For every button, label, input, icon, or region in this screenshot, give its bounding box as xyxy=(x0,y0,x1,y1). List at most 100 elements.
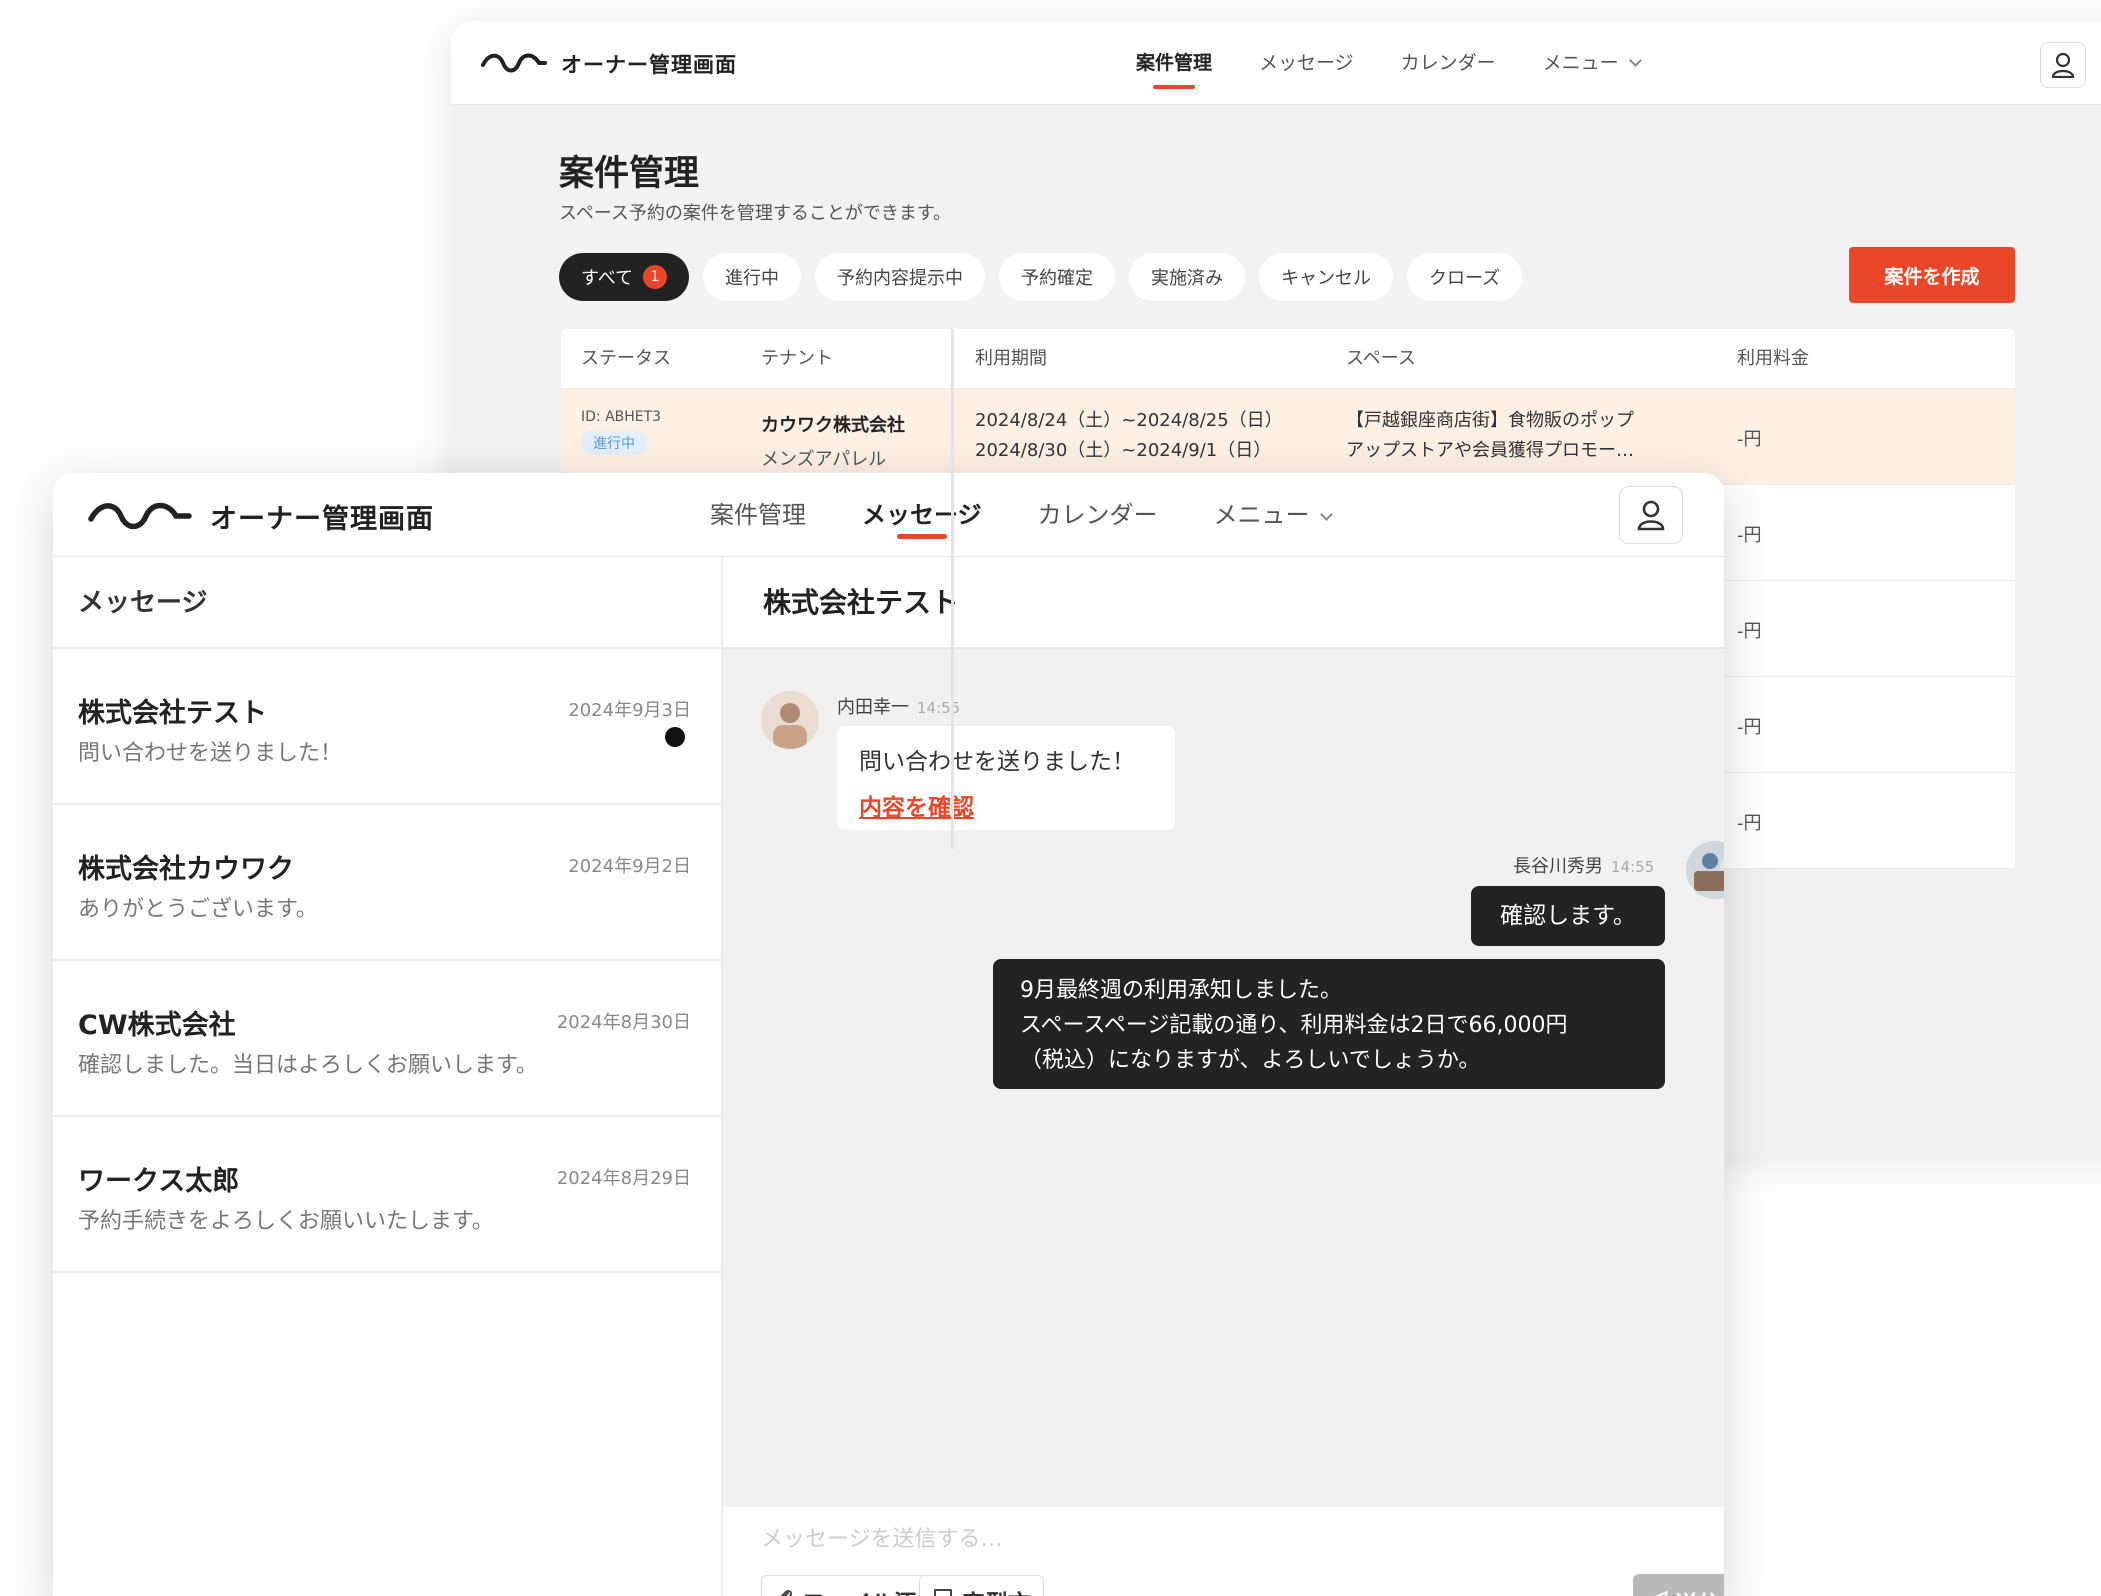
create-case-button[interactable]: 案件を作成 xyxy=(1849,247,2015,303)
status-badge: 進行中 xyxy=(581,431,647,455)
wave-logo-icon xyxy=(88,502,192,529)
template-button[interactable]: 定型文 xyxy=(919,1575,1044,1596)
period-line: 2024/8/30（土）~2024/9/1（日） xyxy=(975,440,1272,461)
back-nav-menu[interactable]: メニュー xyxy=(1542,21,1642,105)
col-period: 利用期間 xyxy=(975,348,1047,369)
message-composer: メッセージを送信する… ファイル添付 定型文 xyxy=(723,1507,1724,1596)
avatar-photo xyxy=(761,691,819,749)
chevron-down-icon xyxy=(1319,508,1333,521)
filter-chip-label: すべて xyxy=(581,268,634,289)
incoming-message-bubble: 問い合わせを送りました！ 内容を確認 xyxy=(837,726,1175,830)
user-icon xyxy=(2051,52,2075,78)
col-status: ステータス xyxy=(581,348,671,369)
message-line: 9月最終週の利用承知しました。 xyxy=(1020,978,1342,1003)
filter-chip-confirmed[interactable]: 予約確定 xyxy=(999,253,1116,301)
outgoing-message-bubble: 確認します。 xyxy=(1471,886,1665,946)
message-line: スペースページ記載の通り、利用料金は2日で66,000円 xyxy=(1020,1013,1568,1038)
col-fee: 利用料金 xyxy=(1737,348,1809,369)
conversation-date: 2024年9月2日 xyxy=(568,856,691,877)
message-time: 14:55 xyxy=(1611,858,1655,876)
filter-chip-closed[interactable]: クローズ xyxy=(1407,253,1523,301)
back-main-nav: 案件管理 メッセージ カレンダー メニュー xyxy=(1136,21,1687,105)
front-nav-cases[interactable]: 案件管理 xyxy=(710,473,806,557)
back-nav-menu-label: メニュー xyxy=(1542,52,1619,74)
case-id: ID: ABHET3 xyxy=(581,409,662,425)
filter-chip-all[interactable]: すべて 1 xyxy=(559,253,690,301)
fee-cell: -円 xyxy=(1737,717,1762,738)
front-user-button[interactable] xyxy=(1619,486,1683,544)
period-cell: 2024/8/24（土）~2024/8/25（日） 2024/8/30（土）~2… xyxy=(975,406,1283,466)
conversation-name: 株式会社カウワク xyxy=(78,854,294,885)
avatar-photo xyxy=(1686,841,1724,899)
front-nav-menu[interactable]: メニュー xyxy=(1214,473,1333,557)
fee-cell: -円 xyxy=(1737,525,1762,546)
page-subtitle: スペース予約の案件を管理することができます。 xyxy=(559,203,952,224)
conversation-list-pane: メッセージ 株式会社テスト 2024年9月3日 問い合わせを送りました！ 株式会… xyxy=(53,557,723,1596)
wave-logo-icon xyxy=(481,53,547,73)
status-cell: ID: ABHET3 進行中 xyxy=(581,409,661,455)
back-user-button[interactable] xyxy=(2040,42,2086,88)
conversation-list-title: メッセージ xyxy=(53,557,721,649)
back-nav-calendar[interactable]: カレンダー xyxy=(1401,21,1496,105)
conversation-name: ワークス太郎 xyxy=(78,1166,240,1197)
conversation-item[interactable]: ワークス太郎 2024年8月29日 予約手続きをよろしくお願いいたします。 xyxy=(53,1117,721,1273)
conversation-date: 2024年8月30日 xyxy=(556,1012,691,1033)
back-nav-cases[interactable]: 案件管理 xyxy=(1136,21,1212,105)
sender-label: 内田幸一 14:55 xyxy=(837,693,960,719)
filter-chip-cancelled[interactable]: キャンセル xyxy=(1259,253,1394,301)
front-nav-messages[interactable]: メッセージ xyxy=(862,473,982,557)
conversation-preview: ありがとうございます。 xyxy=(78,897,318,922)
tenant-name: カウワク株式会社 xyxy=(761,415,905,436)
table-row[interactable]: ID: ABHET3 進行中 カウワク株式会社 メンズアパレル 2024/8/2… xyxy=(561,389,2015,485)
sender-name: 長谷川秀男 xyxy=(1513,856,1603,877)
conversation-item[interactable]: CW株式会社 2024年8月30日 確認しました。当日はよろしくお願いします。 xyxy=(53,961,721,1117)
brand-logo[interactable]: オーナー管理画面 xyxy=(481,49,737,79)
send-label: 送信 xyxy=(1675,1585,1721,1596)
table-header: ステータス テナント 利用期間 スペース 利用料金 xyxy=(561,329,2015,389)
user-icon xyxy=(1637,500,1665,531)
filter-chip-in-progress[interactable]: 進行中 xyxy=(703,253,802,301)
paperclip-icon xyxy=(774,1587,794,1596)
filter-chip-proposal[interactable]: 予約内容提示中 xyxy=(815,253,986,301)
page-title: 案件管理 xyxy=(559,154,700,194)
avatar[interactable] xyxy=(761,691,819,749)
sender-label: 長谷川秀男 14:55 xyxy=(1513,852,1654,878)
col-space: スペース xyxy=(1346,348,1416,369)
brand-name: オーナー管理画面 xyxy=(210,504,434,535)
conversation-name: CW株式会社 xyxy=(78,1010,236,1041)
front-nav-calendar[interactable]: カレンダー xyxy=(1038,473,1158,557)
conversation-item[interactable]: 株式会社カウワク 2024年9月2日 ありがとうございます。 xyxy=(53,805,721,961)
view-details-link[interactable]: 内容を確認 xyxy=(859,788,1153,822)
chevron-down-icon xyxy=(1628,54,1642,67)
count-badge: 1 xyxy=(643,265,668,289)
brand-logo[interactable]: オーナー管理画面 xyxy=(88,497,434,536)
tenant-category: メンズアパレル xyxy=(761,449,887,470)
conversation-preview: 問い合わせを送りました！ xyxy=(78,741,343,766)
conversation-preview: 予約手続きをよろしくお願いいたします。 xyxy=(78,1209,494,1234)
col-tenant: テナント xyxy=(761,348,833,369)
send-button[interactable]: 送信 xyxy=(1633,1574,1724,1596)
chat-title: 株式会社テスト xyxy=(723,557,1724,649)
space-cell: 【戸越銀座商店街】食物販のポップ アップストアや会員獲得プロモー… xyxy=(1346,406,1634,466)
back-header: オーナー管理画面 案件管理 メッセージ カレンダー メニュー xyxy=(451,21,2101,105)
avatar[interactable] xyxy=(1686,841,1724,899)
message-input[interactable]: メッセージを送信する… xyxy=(761,1521,1003,1553)
paper-plane-icon xyxy=(1649,1589,1669,1596)
brand-name: オーナー管理画面 xyxy=(561,53,737,77)
messages-window: オーナー管理画面 案件管理 メッセージ カレンダー メニュー メッセージ 株式会… xyxy=(53,473,1724,1596)
conversation-item[interactable]: 株式会社テスト 2024年9月3日 問い合わせを送りました！ xyxy=(53,649,721,805)
filter-chip-done[interactable]: 実施済み xyxy=(1129,253,1246,301)
back-nav-messages[interactable]: メッセージ xyxy=(1259,21,1354,105)
status-filter-chips: すべて 1 進行中 予約内容提示中 予約確定 実施済み キャンセル クローズ xyxy=(559,253,1523,301)
space-line: アップストアや会員獲得プロモー… xyxy=(1346,440,1634,461)
template-label: 定型文 xyxy=(962,1584,1031,1596)
screenshot-stage: オーナー管理画面 案件管理 メッセージ カレンダー メニュー 案件管理 スペース… xyxy=(0,0,2101,1596)
period-line: 2024/8/24（土）~2024/8/25（日） xyxy=(975,410,1283,431)
message-text: 問い合わせを送りました！ xyxy=(859,749,1135,775)
front-main-nav: 案件管理 メッセージ カレンダー メニュー xyxy=(710,473,1387,557)
fee-cell: -円 xyxy=(1737,813,1762,834)
conversation-preview: 確認しました。当日はよろしくお願いします。 xyxy=(78,1053,538,1078)
message-line: （税込）になりますが、よろしいでしょうか。 xyxy=(1020,1048,1481,1073)
conversation-date: 2024年8月29日 xyxy=(556,1168,691,1189)
tenant-cell: カウワク株式会社 メンズアパレル xyxy=(761,411,905,471)
